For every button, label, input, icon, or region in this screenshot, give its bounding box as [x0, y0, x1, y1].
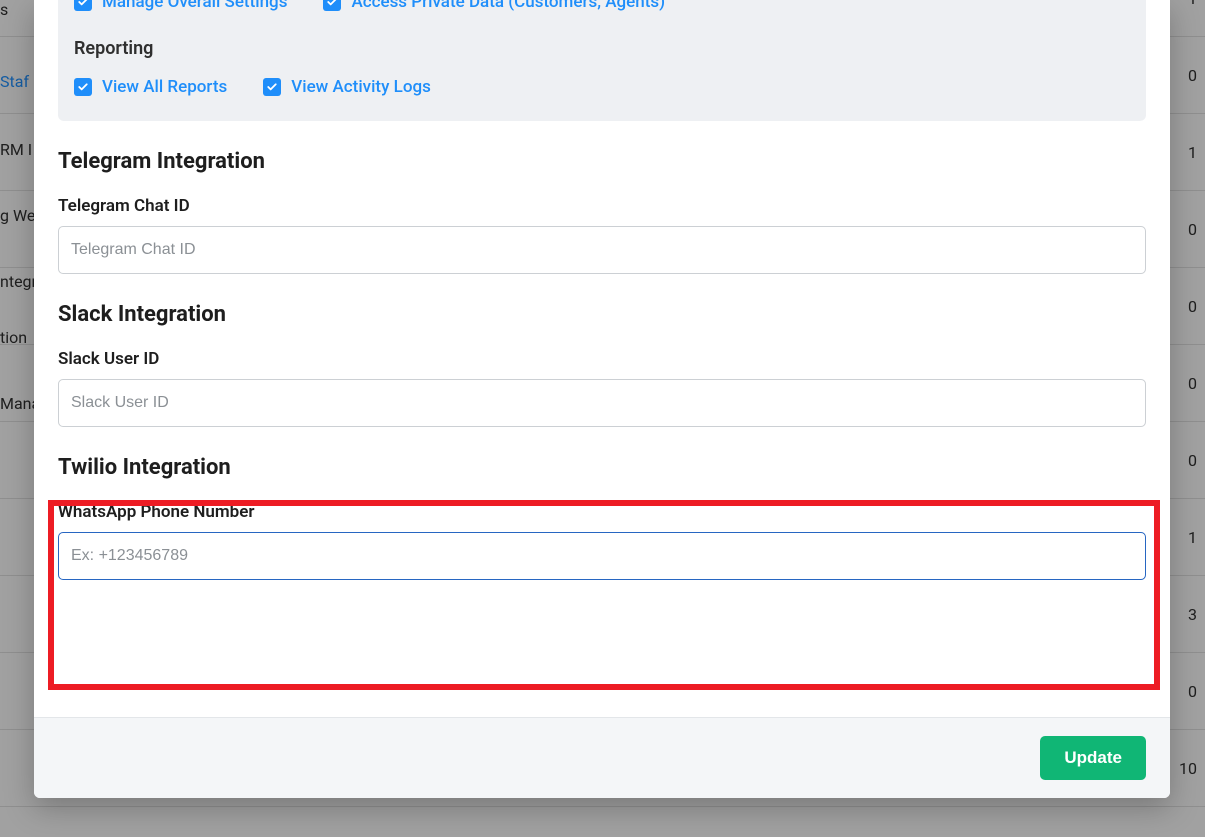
telegram-integration-title: Telegram Integration	[58, 149, 1146, 174]
permission-label[interactable]: Manage Overall Settings	[102, 0, 287, 12]
telegram-chat-id-input[interactable]	[58, 226, 1146, 274]
checkbox-icon[interactable]	[323, 0, 341, 11]
permission-view-all-reports[interactable]: View All Reports	[74, 71, 227, 103]
whatsapp-phone-label: WhatsApp Phone Number	[58, 502, 1146, 522]
permission-label[interactable]: Access Private Data (Customers, Agents)	[351, 0, 665, 12]
checkbox-icon[interactable]	[263, 78, 281, 96]
whatsapp-phone-input[interactable]	[58, 532, 1146, 580]
permission-label[interactable]: View All Reports	[102, 77, 227, 97]
permissions-reporting-title: Reporting	[74, 38, 1130, 59]
twilio-integration-title: Twilio Integration	[58, 455, 1146, 480]
slack-integration-title: Slack Integration	[58, 302, 1146, 327]
update-button[interactable]: Update	[1040, 736, 1146, 780]
permission-manage-settings[interactable]: Manage Overall Settings	[74, 0, 287, 18]
permissions-box: Manage Overall Settings Access Private Da…	[58, 0, 1146, 121]
telegram-chat-id-label: Telegram Chat ID	[58, 196, 1146, 216]
permission-access-private-data[interactable]: Access Private Data (Customers, Agents)	[323, 0, 665, 18]
slack-user-id-input[interactable]	[58, 379, 1146, 427]
modal-footer: Update	[34, 717, 1170, 798]
slack-user-id-label: Slack User ID	[58, 349, 1146, 369]
permission-view-activity-logs[interactable]: View Activity Logs	[263, 71, 431, 103]
permission-label[interactable]: View Activity Logs	[291, 77, 431, 97]
settings-modal: Manage Overall Settings Access Private Da…	[34, 0, 1170, 798]
checkbox-icon[interactable]	[74, 78, 92, 96]
checkbox-icon[interactable]	[74, 0, 92, 11]
